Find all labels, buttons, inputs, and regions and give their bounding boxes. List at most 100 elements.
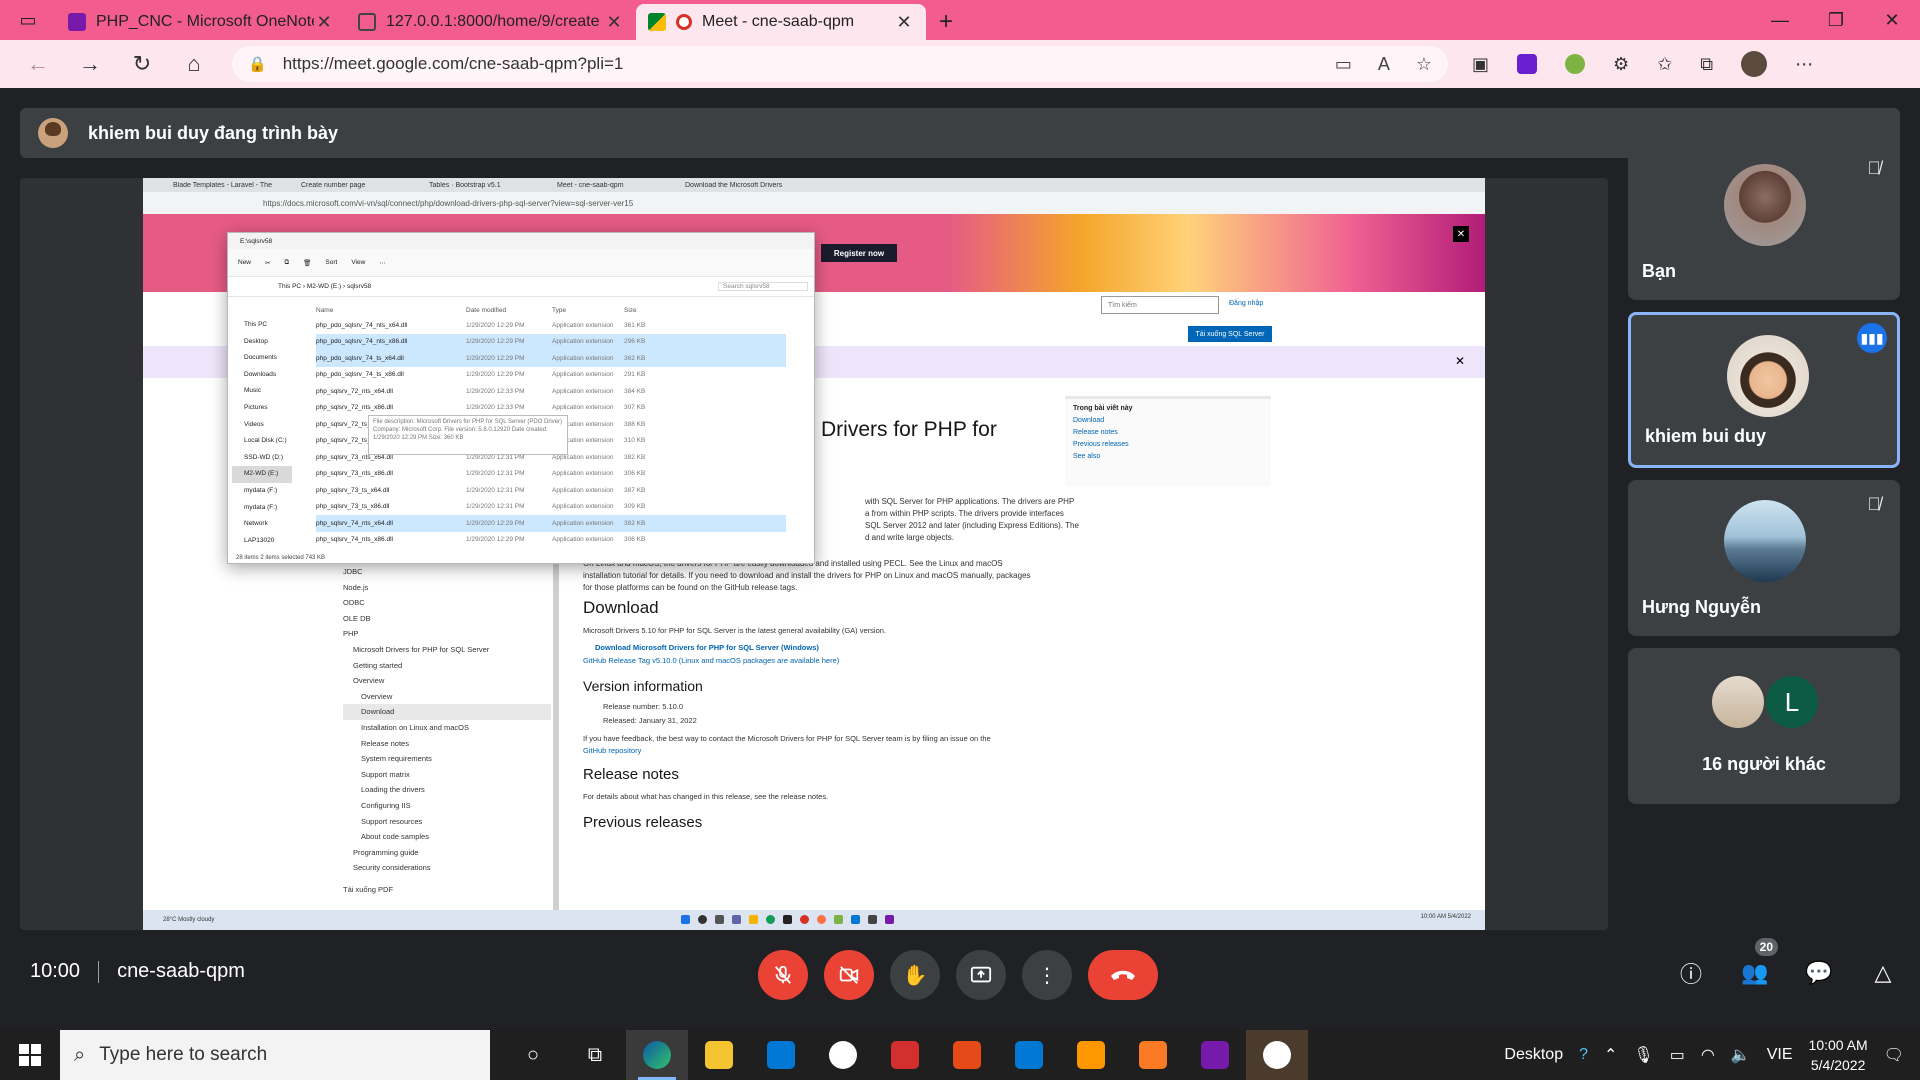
chat-button[interactable]: 💬 bbox=[1802, 956, 1836, 990]
file-size: 362 KB bbox=[624, 354, 646, 362]
microphone-icon[interactable]: 🎙 bbox=[1633, 1045, 1653, 1065]
close-tab-icon[interactable]: ✕ bbox=[604, 12, 624, 33]
back-icon[interactable]: ← bbox=[12, 44, 64, 84]
info-button[interactable]: ⓘ bbox=[1674, 956, 1708, 990]
browser-tab-onenote[interactable]: PHP_CNC - Microsoft OneNote O ✕ bbox=[56, 4, 346, 40]
shared-tab: Create number page bbox=[301, 181, 366, 189]
file-date: 1/29/2020 12:29 PM bbox=[466, 371, 525, 379]
help-icon[interactable]: ? bbox=[1579, 1046, 1588, 1064]
file-date: 1/29/2020 12:31 PM bbox=[466, 486, 525, 494]
volume-icon[interactable]: 🔈 bbox=[1731, 1045, 1751, 1065]
add-favorite-icon[interactable]: ☆ bbox=[1416, 54, 1432, 75]
vscode-icon[interactable] bbox=[998, 1030, 1060, 1080]
taskbar-search-input[interactable]: ⌕ Type here to search bbox=[60, 1030, 490, 1080]
screenshot-ext-icon[interactable]: ▣ bbox=[1472, 54, 1489, 75]
zalo-icon[interactable] bbox=[1246, 1030, 1308, 1080]
divider bbox=[98, 960, 100, 983]
edge-app-icon[interactable] bbox=[626, 1030, 688, 1080]
grammar-ext-icon[interactable] bbox=[1565, 54, 1586, 74]
xampp-icon[interactable] bbox=[1122, 1030, 1184, 1080]
close-window-icon[interactable]: ✕ bbox=[1864, 0, 1920, 40]
collections-icon[interactable]: ⧉ bbox=[1700, 54, 1713, 75]
taskbar-apps: ○ ⧉ bbox=[502, 1030, 1308, 1080]
favorites-icon[interactable]: ✩ bbox=[1657, 54, 1672, 75]
restore-icon[interactable]: ❐ bbox=[1808, 0, 1864, 40]
onenote-app-icon[interactable] bbox=[1184, 1030, 1246, 1080]
people-button[interactable]: 👥 20 bbox=[1738, 938, 1778, 990]
file-date: 1/29/2020 12:29 PM bbox=[466, 321, 525, 329]
close-icon: ✕ bbox=[1454, 354, 1465, 368]
participant-tile-you[interactable]: 🎙̸ Bạn bbox=[1628, 144, 1900, 300]
wps-writer-icon[interactable] bbox=[874, 1030, 936, 1080]
file-type: Application extension bbox=[552, 503, 614, 511]
forward-icon[interactable]: → bbox=[64, 44, 116, 84]
mic-off-button[interactable] bbox=[758, 950, 808, 1000]
browser-tab-create[interactable]: 127.0.0.1:8000/home/9/create ✕ bbox=[346, 4, 636, 40]
notifications-icon[interactable]: 🗨 bbox=[1884, 1045, 1904, 1065]
language-indicator[interactable]: VIE bbox=[1767, 1046, 1793, 1064]
shared-taskbar-icons bbox=[681, 915, 894, 924]
refresh-icon[interactable]: ↻ bbox=[116, 44, 168, 84]
nav-item: Documents bbox=[244, 354, 277, 362]
url-field[interactable]: 🔒 https://meet.google.com/cne-saab-qpm?p… bbox=[232, 46, 1448, 82]
rp-ext-icon[interactable] bbox=[1517, 54, 1538, 74]
close-tab-icon[interactable]: ✕ bbox=[314, 12, 334, 33]
camera-icon[interactable]: ▭ bbox=[1335, 54, 1352, 75]
file-explorer-icon[interactable] bbox=[688, 1030, 750, 1080]
task-view-icon[interactable]: ⧉ bbox=[564, 1030, 626, 1080]
raise-hand-button[interactable]: ✋ bbox=[890, 950, 940, 1000]
lock-icon[interactable]: 🔒 bbox=[248, 55, 267, 73]
close-tab-icon[interactable]: ✕ bbox=[894, 12, 914, 33]
participant-tile-others[interactable]: L 16 người khác bbox=[1628, 648, 1900, 804]
desktop-label[interactable]: Desktop bbox=[1504, 1046, 1563, 1064]
close-icon: ✕ bbox=[1453, 226, 1469, 242]
wifi-icon[interactable]: ◠ bbox=[1701, 1045, 1715, 1065]
cortana-icon[interactable]: ○ bbox=[502, 1030, 564, 1080]
delete-icon: 🗑 bbox=[303, 259, 312, 267]
participant-tile-khiem[interactable]: ▮▮▮ khiem bui duy bbox=[1628, 312, 1900, 468]
windows-start-icon[interactable] bbox=[0, 1030, 60, 1080]
mail-icon[interactable] bbox=[750, 1030, 812, 1080]
present-button[interactable] bbox=[956, 950, 1006, 1000]
tab-label: 127.0.0.1:8000/home/9/create bbox=[386, 13, 600, 30]
home-icon[interactable]: ⌂ bbox=[168, 44, 220, 84]
office-icon[interactable] bbox=[936, 1030, 998, 1080]
file-name: php_sqlsrv_72_nts_x86.dll bbox=[316, 404, 393, 412]
nav-item: Music bbox=[244, 387, 261, 395]
chevron-up-icon[interactable]: ⌃ bbox=[1604, 1045, 1617, 1065]
download-sql-button: Tải xuống SQL Server bbox=[1188, 326, 1272, 342]
browser-tab-meet[interactable]: Meet - cne-saab-qpm ✕ bbox=[636, 4, 926, 40]
opera-icon bbox=[800, 915, 809, 924]
leave-call-button[interactable] bbox=[1088, 950, 1158, 1000]
battery-icon[interactable]: ▭ bbox=[1670, 1045, 1685, 1065]
file-row: php_sqlsrv_72_nts_x86.dll 1/29/2020 12:33… bbox=[316, 400, 786, 417]
activities-button[interactable]: △ bbox=[1866, 956, 1900, 990]
file-date: 1/29/2020 12:29 PM bbox=[466, 338, 525, 346]
sidenav-item: JDBC bbox=[343, 567, 363, 576]
camera-off-button[interactable] bbox=[824, 950, 874, 1000]
app-icon bbox=[868, 915, 877, 924]
nav-item: Downloads bbox=[244, 370, 277, 378]
more-options-button[interactable]: ⋮ bbox=[1022, 950, 1072, 1000]
more-icon[interactable]: ⋯ bbox=[1795, 54, 1813, 75]
meeting-code: cne-saab-qpm bbox=[117, 960, 245, 982]
profile-avatar[interactable] bbox=[1741, 51, 1768, 77]
participant-tile-hung[interactable]: 🎙̸ Hưng Nguyễn bbox=[1628, 480, 1900, 636]
hang-up-icon bbox=[1111, 970, 1135, 980]
extensions-icon[interactable]: ⚙ bbox=[1613, 54, 1629, 75]
new-tab-button[interactable]: + bbox=[926, 4, 966, 40]
text-line: a from within PHP scripts. The drivers p… bbox=[865, 509, 1064, 518]
shared-search: Tìm kiếm bbox=[1101, 296, 1219, 314]
minimize-icon[interactable]: — bbox=[1752, 0, 1808, 40]
sidenav-item: Microsoft Drivers for PHP for SQL Server bbox=[353, 644, 490, 654]
read-aloud-icon[interactable]: A bbox=[1378, 54, 1390, 75]
sort-button: Sort bbox=[325, 259, 338, 266]
address-bar-row: ← → ↻ ⌂ 🔒 https://meet.google.com/cne-sa… bbox=[0, 40, 1920, 88]
toc-link: Previous releases bbox=[1073, 441, 1129, 448]
tab-actions-icon[interactable]: ▭ bbox=[0, 0, 56, 40]
taskbar-clock[interactable]: 10:00 AM 5/4/2022 bbox=[1809, 1035, 1868, 1075]
github-desktop-icon[interactable] bbox=[812, 1030, 874, 1080]
sublime-icon[interactable] bbox=[1060, 1030, 1122, 1080]
avatar bbox=[1724, 164, 1806, 246]
sidenav-scrollbar bbox=[553, 518, 559, 914]
